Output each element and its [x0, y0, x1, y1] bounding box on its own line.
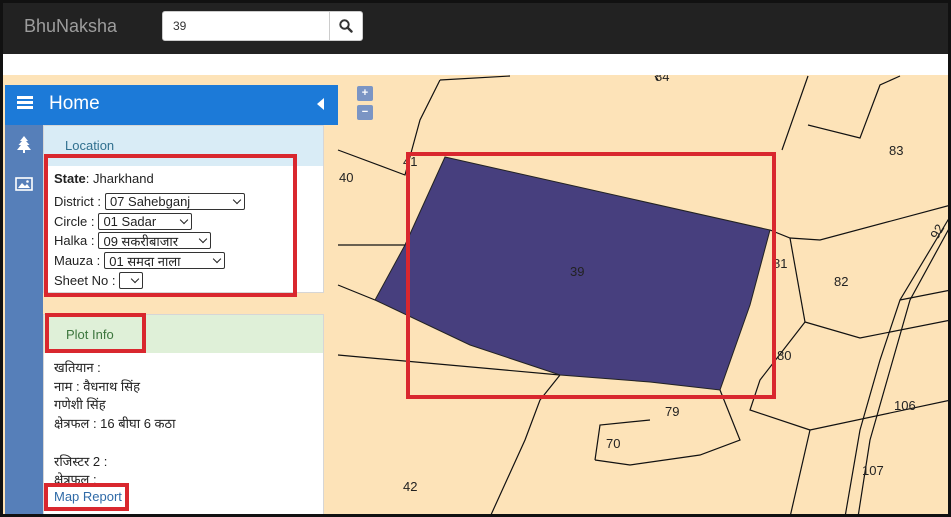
area-line: क्षेत्रफल : 16 बीघा 6 कठा: [54, 416, 176, 431]
tree-icon[interactable]: [15, 135, 33, 153]
highlight-location-box: [44, 154, 297, 297]
image-icon[interactable]: [15, 175, 33, 193]
brand-logo[interactable]: BhuNaksha: [24, 16, 117, 37]
owner-name-line-2: गणेशी सिंह: [54, 397, 106, 412]
collapse-sidebar-icon[interactable]: [317, 98, 324, 110]
top-navbar: BhuNaksha: [0, 0, 951, 54]
plot-label-83[interactable]: 83: [889, 143, 903, 158]
plot-label-79[interactable]: 79: [665, 404, 679, 419]
plot-label-107[interactable]: 107: [862, 463, 884, 478]
hamburger-menu-icon[interactable]: [17, 96, 33, 110]
highlight-plot-info-box: [45, 313, 146, 353]
highlight-map-report-box: [44, 483, 129, 511]
register-line: रजिस्टर 2 :: [54, 454, 108, 469]
highlight-plot-39-box: [406, 152, 776, 399]
plot-label-82[interactable]: 82: [834, 274, 848, 289]
search-button[interactable]: [329, 11, 363, 41]
sidebar-icon-strip: [5, 125, 43, 517]
zoom-out-button[interactable]: −: [357, 105, 373, 120]
plot-label-42[interactable]: 42: [403, 479, 417, 494]
plot-label-40[interactable]: 40: [339, 170, 353, 185]
sidebar-title: Home: [49, 93, 100, 114]
sidebar-header: Home: [5, 85, 338, 125]
search-input[interactable]: [162, 11, 330, 41]
zoom-in-button[interactable]: +: [357, 86, 373, 101]
plot-label-70[interactable]: 70: [606, 436, 620, 451]
plot-label-84[interactable]: 84: [655, 75, 669, 84]
plot-label-106[interactable]: 106: [894, 398, 916, 413]
plot-label-80[interactable]: 80: [777, 348, 791, 363]
search-icon: [339, 19, 353, 33]
owner-name-line: नाम : वैधनाथ सिंह: [54, 379, 140, 394]
khatiyan-line: खतियान :: [54, 360, 101, 375]
